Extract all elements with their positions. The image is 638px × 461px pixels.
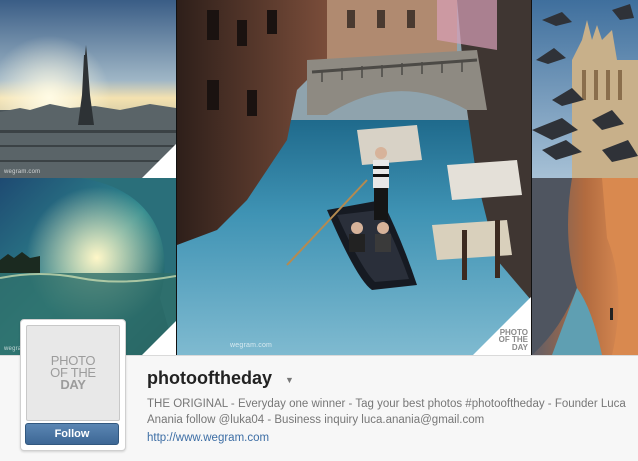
watermark-text: wegram.com (230, 342, 273, 349)
profile-avatar-card: PHOTO OF THE DAY Follow (20, 319, 126, 451)
avatar[interactable]: PHOTO OF THE DAY (26, 325, 120, 421)
profile-username: photooftheday (147, 368, 272, 388)
avatar-logo-text: PHOTO OF THE DAY (50, 354, 96, 392)
caret-down-icon[interactable]: ▼ (285, 375, 294, 385)
cover-photo-collage: wegram.com wegram.com PHOTO OF THE DAY (0, 0, 638, 355)
corner-logo-text: PHOTO OF THE DAY (498, 327, 528, 352)
photo-paris[interactable]: wegram.com (0, 0, 176, 178)
photo-cathedral-pigeons[interactable] (532, 0, 638, 178)
avatar-text-line3: DAY (60, 377, 86, 392)
corner-logo (142, 321, 176, 355)
profile-bio: THE ORIGINAL - Everyday one winner - Tag… (147, 398, 626, 426)
photo-canyon[interactable] (532, 178, 638, 355)
photo-venice[interactable]: wegram.com PHOTO OF THE DAY (177, 0, 531, 355)
watermark-text: wegram.com (4, 169, 41, 175)
follow-button[interactable]: Follow (25, 423, 119, 445)
corner-logo (142, 144, 176, 178)
profile-website-link[interactable]: http://www.wegram.com (147, 432, 269, 444)
